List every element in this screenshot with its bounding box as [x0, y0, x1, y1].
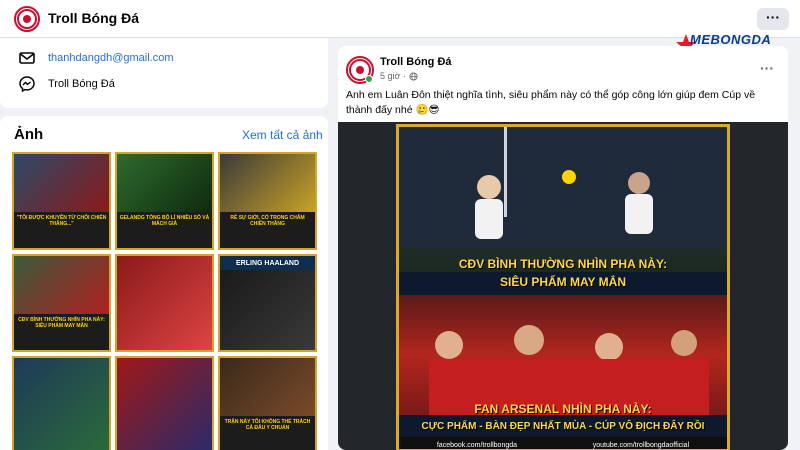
post-text: Anh em Luân Đôn thiệt nghĩa tình, siêu p…: [346, 89, 756, 116]
meme-bottom-caption-1: FAN ARSENAL NHÌN PHA NÀY:: [474, 402, 652, 416]
page-avatar[interactable]: [14, 6, 40, 32]
thumbnail-image: [14, 154, 109, 213]
meme-top-caption-1: CĐV BÌNH THƯỜNG NHÌN PHA NÀY:: [458, 257, 668, 271]
thumbnail-caption: CĐV BÌNH THƯỜNG NHÌN PHA NÀY: SIÊU PHẨM …: [14, 314, 109, 350]
thumbnail-image: [117, 256, 212, 350]
online-status-dot: [365, 75, 373, 83]
meme-bottom-caption-2: CỰC PHẨM - BÀN ĐẸP NHẤT MÙA - CÚP VÔ ĐỊC…: [421, 421, 705, 432]
thumbnail-image: [117, 358, 212, 450]
thumbnail-player-name: ERLING HAALAND: [236, 260, 299, 267]
globe-icon: [409, 71, 418, 81]
thumbnail-image: [14, 256, 109, 315]
photo-thumbnail[interactable]: TRẬN NÀY TÔI KHÔNG THỂ TRÁCH CÁ ĐẤU Y CH…: [218, 356, 317, 450]
messenger-icon: [19, 76, 35, 93]
post-meta: 5 giờ ·: [380, 71, 418, 81]
thumbnail-image: [117, 154, 212, 213]
photo-thumbnail[interactable]: ERLING HAALAND: [218, 254, 317, 352]
meme-image: CĐV BÌNH THƯỜNG NHÌN PHA NÀY: SIÊU PHẨM …: [396, 124, 730, 450]
messenger-name[interactable]: Troll Bóng Đá: [48, 78, 115, 90]
more-options-button[interactable]: ···: [757, 8, 789, 30]
page-title[interactable]: Troll Bóng Đá: [48, 10, 139, 26]
meme-top-photo: [399, 127, 727, 272]
photo-thumbnail[interactable]: GELANDG TÒNG BỘ LÍ NHIỀU SỐ VÀ MÁCH GIẢ: [115, 152, 214, 250]
email-link[interactable]: thanhdangdh@gmail.com: [48, 52, 174, 64]
thumbnail-caption: GELANDG TÒNG BỘ LÍ NHIỀU SỐ VÀ MÁCH GIẢ: [117, 212, 212, 248]
contact-info-card: thanhdangdh@gmail.com Troll Bóng Đá: [0, 38, 328, 108]
photo-thumbnail[interactable]: [12, 356, 111, 450]
see-all-photos-link[interactable]: Xem tất cả ảnh: [242, 128, 323, 142]
thumbnail-image: [14, 358, 109, 450]
post-author-name[interactable]: Troll Bóng Đá: [380, 56, 452, 68]
thumbnail-image: [220, 270, 315, 350]
post-card: Troll Bóng Đá 5 giờ · ··· Anh em Luân Đô…: [338, 46, 788, 450]
post-options-button[interactable]: ···: [760, 60, 774, 76]
facebook-url: facebook.com/trollbongda: [436, 441, 518, 449]
youtube-url: youtube.com/trollbongdaofficial: [592, 441, 690, 449]
meme-top-caption-2: SIÊU PHẨM MAY MẮN: [499, 275, 627, 289]
thumbnail-caption: "TÔI ĐƯỢC KHUYÊN TỪ CHỐI CHIẾN THẮNG...": [14, 212, 109, 248]
photo-thumbnail[interactable]: RẺ SỰ GIỚI, CÓ TRONG CHÂM CHIẾN THẮNG: [218, 152, 317, 250]
photos-section-title: Ảnh: [14, 126, 44, 143]
meme-bottom-photo: [399, 295, 727, 415]
thumbnail-image: [220, 154, 315, 213]
thumbnail-image: [220, 358, 315, 417]
messenger-row: Troll Bóng Đá: [18, 74, 115, 94]
photo-thumbnail[interactable]: [115, 254, 214, 352]
football-icon: [562, 170, 576, 184]
ellipsis-icon: ···: [766, 9, 780, 25]
mail-icon: [19, 52, 35, 64]
photos-card: Ảnh Xem tất cả ảnh "TÔI ĐƯỢC KHUYÊN TỪ C…: [0, 116, 328, 450]
photo-thumbnail[interactable]: [115, 356, 214, 450]
post-timestamp[interactable]: 5 giờ ·: [380, 71, 406, 81]
photo-thumbnail[interactable]: "TÔI ĐƯỢC KHUYÊN TỪ CHỐI CHIẾN THẮNG...": [12, 152, 111, 250]
ellipsis-icon: ···: [760, 60, 774, 76]
email-row: thanhdangdh@gmail.com: [18, 48, 174, 68]
post-media[interactable]: CĐV BÌNH THƯỜNG NHÌN PHA NÀY: SIÊU PHẨM …: [338, 122, 788, 450]
watermark-text: MEBONGDA: [690, 32, 772, 47]
thumbnail-caption: RẺ SỰ GIỚI, CÓ TRONG CHÂM CHIẾN THẮNG: [220, 212, 315, 248]
photo-thumbnail[interactable]: CĐV BÌNH THƯỜNG NHÌN PHA NÀY: SIÊU PHẨM …: [12, 254, 111, 352]
meme-footer: facebook.com/trollbongda youtube.com/tro…: [399, 437, 727, 449]
thumbnail-caption: TRẬN NÀY TÔI KHÔNG THỂ TRÁCH CÁ ĐẤU Y CH…: [220, 416, 315, 450]
